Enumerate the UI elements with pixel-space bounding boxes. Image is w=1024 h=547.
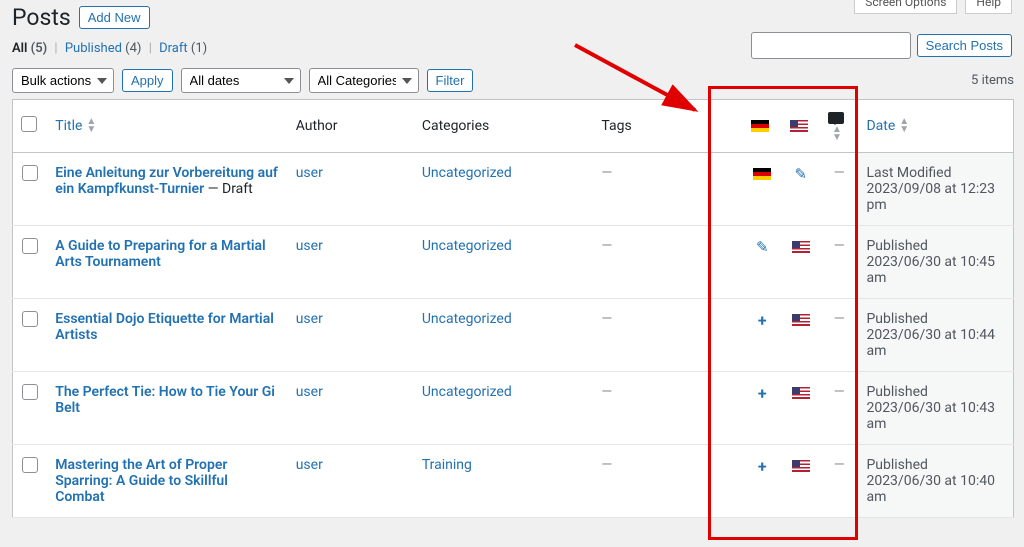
category-link[interactable]: Training	[422, 457, 472, 473]
date-cell: Published2023/06/30 at 10:44 am	[858, 299, 1013, 372]
col-categories: Categories	[414, 100, 594, 153]
date-cell: Published2023/06/30 at 10:43 am	[858, 372, 1013, 445]
filter-published[interactable]: Published (4)	[65, 41, 142, 56]
tags-value: —	[601, 238, 612, 254]
search-input[interactable]	[751, 32, 911, 59]
author-link[interactable]: user	[296, 311, 323, 327]
col-tags: Tags	[593, 100, 743, 153]
filter-button[interactable]: Filter	[427, 69, 474, 92]
flag-de-icon	[753, 168, 771, 180]
tags-value: —	[601, 457, 612, 473]
search-posts-button[interactable]: Search Posts	[917, 34, 1012, 57]
flag-us-icon	[790, 120, 808, 132]
table-row: The Perfect Tie: How to Tie Your Gi Belt…	[13, 372, 1014, 445]
category-link[interactable]: Uncategorized	[422, 165, 512, 181]
author-link[interactable]: user	[296, 238, 323, 254]
page-title: Posts	[12, 4, 71, 31]
table-row: Essential Dojo Etiquette for Martial Art…	[13, 299, 1014, 372]
table-row: A Guide to Preparing for a Martial Arts …	[13, 226, 1014, 299]
category-link[interactable]: Uncategorized	[422, 311, 512, 327]
date-filter-select[interactable]: All dates	[181, 68, 301, 93]
col-title[interactable]: Title▲▼	[47, 100, 287, 153]
comments-value: —	[834, 238, 845, 254]
col-lang-de[interactable]	[743, 100, 781, 153]
row-checkbox[interactable]	[22, 238, 38, 254]
bulk-actions-select[interactable]: Bulk actions	[12, 68, 114, 93]
post-title-link[interactable]: Mastering the Art of Proper Sparring: A …	[55, 457, 228, 505]
help-button[interactable]: Help	[965, 0, 1012, 14]
filter-draft[interactable]: Draft (1)	[159, 41, 207, 56]
col-author[interactable]: Author	[288, 100, 414, 153]
row-checkbox[interactable]	[22, 311, 38, 327]
col-comments[interactable]: ▲▼	[820, 100, 858, 153]
date-cell: Last Modified2023/09/08 at 12:23 pm	[858, 153, 1013, 226]
posts-table: Title▲▼ Author Categories Tags ▲▼ Date▲▼…	[12, 99, 1014, 518]
apply-button[interactable]: Apply	[122, 69, 173, 92]
plus-icon[interactable]: +	[758, 384, 767, 403]
category-link[interactable]: Uncategorized	[422, 238, 512, 254]
table-row: Eine Anleitung zur Vorbereitung auf ein …	[13, 153, 1014, 226]
plus-icon[interactable]: +	[758, 311, 767, 330]
select-all-checkbox[interactable]	[21, 116, 37, 132]
col-lang-us[interactable]	[782, 100, 820, 153]
screen-options-button[interactable]: Screen Options	[854, 0, 957, 14]
row-checkbox[interactable]	[22, 165, 38, 181]
row-checkbox[interactable]	[22, 457, 38, 473]
author-link[interactable]: user	[296, 165, 323, 181]
category-link[interactable]: Uncategorized	[422, 384, 512, 400]
post-status-suffix: — Draft	[204, 181, 253, 197]
pencil-icon[interactable]: ✎	[794, 165, 807, 183]
author-link[interactable]: user	[296, 384, 323, 400]
post-title-link[interactable]: A Guide to Preparing for a Martial Arts …	[55, 238, 265, 270]
comments-value: —	[834, 311, 845, 327]
items-count: 5 items	[971, 73, 1014, 88]
tags-value: —	[601, 311, 612, 327]
tags-value: —	[601, 165, 612, 181]
flag-us-icon	[792, 460, 810, 472]
flag-us-icon	[792, 241, 810, 253]
date-cell: Published2023/06/30 at 10:40 am	[858, 445, 1013, 518]
category-filter-select[interactable]: All Categories	[309, 68, 419, 93]
plus-icon[interactable]: +	[758, 457, 767, 476]
post-title-link[interactable]: Essential Dojo Etiquette for Martial Art…	[55, 311, 274, 343]
flag-us-icon	[792, 387, 810, 399]
filter-all[interactable]: All (5)	[12, 41, 47, 56]
post-title-link[interactable]: The Perfect Tie: How to Tie Your Gi Belt	[55, 384, 275, 416]
date-cell: Published2023/06/30 at 10:45 am	[858, 226, 1013, 299]
comment-icon	[828, 112, 844, 124]
tags-value: —	[601, 384, 612, 400]
comments-value: —	[834, 165, 845, 181]
pencil-icon[interactable]: ✎	[756, 238, 769, 256]
add-new-button[interactable]: Add New	[79, 6, 150, 29]
comments-value: —	[834, 384, 845, 400]
row-checkbox[interactable]	[22, 384, 38, 400]
author-link[interactable]: user	[296, 457, 323, 473]
flag-us-icon	[792, 314, 810, 326]
col-date[interactable]: Date▲▼	[858, 100, 1013, 153]
flag-de-icon	[751, 120, 769, 132]
comments-value: —	[834, 457, 845, 473]
table-row: Mastering the Art of Proper Sparring: A …	[13, 445, 1014, 518]
